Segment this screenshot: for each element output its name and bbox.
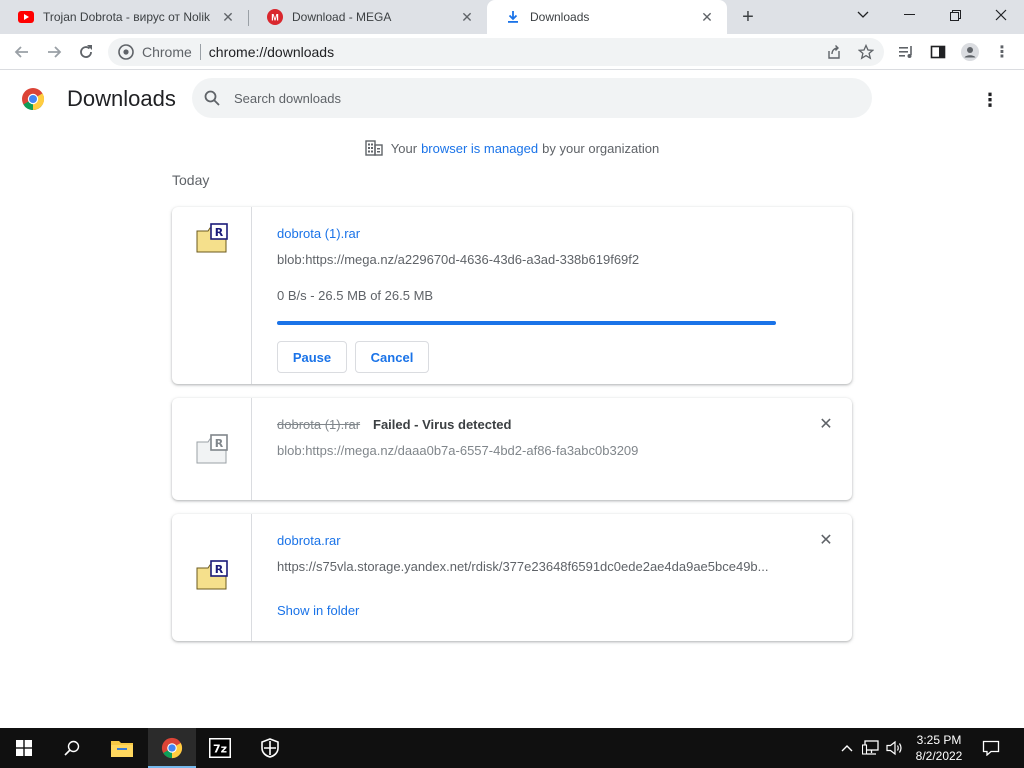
search-input[interactable] [234,90,794,106]
download-progress-bar [277,321,776,325]
chrome-icon[interactable] [148,728,196,768]
file-url: blob:https://mega.nz/daaa0b7a-6557-4bd2-… [277,443,639,458]
building-icon [365,140,383,156]
section-heading-today: Today [172,172,210,188]
address-url: chrome://downloads [208,44,335,60]
bookmark-star-icon[interactable] [856,42,876,62]
download-icon [505,9,521,25]
remove-item-icon[interactable]: ✕ [818,416,834,433]
tab-title: Trojan Dobrota - вирус от Nolik [43,10,210,24]
address-divider [199,44,201,60]
system-clock[interactable]: 3:25 PM 8/2/2022 [908,732,970,764]
address-bar[interactable]: Chrome chrome://downloads [108,38,884,66]
side-panel-icon[interactable] [924,38,952,66]
managed-suffix: by your organization [542,140,660,156]
clock-date: 8/2/2022 [915,749,963,763]
more-actions-icon[interactable]: ⋮ [978,88,1002,112]
close-tab-icon[interactable]: ✕ [699,9,715,25]
media-controls-icon[interactable] [892,38,920,66]
svg-text:7z: 7z [213,743,227,756]
restore-button[interactable] [932,0,978,30]
chrome-site-icon [118,44,134,60]
download-item: R dobrota (1).rar blob:https://mega.nz/a… [172,207,852,384]
page-title: Downloads [67,86,176,111]
clock-time: 3:25 PM [916,733,962,747]
svg-text:M: M [271,13,279,23]
browser-toolbar: Chrome chrome://downloads ⋮ [0,34,1024,70]
file-url: https://s75vla.storage.yandex.net/rdisk/… [277,559,769,574]
network-icon[interactable] [860,728,882,768]
tab-title: Download - MEGA [292,10,392,24]
chevron-up-icon[interactable] [838,728,856,768]
chrome-logo-icon [21,87,45,111]
search-taskbar-icon[interactable] [48,728,96,768]
tab-title: Downloads [530,10,590,24]
failure-description: Failed - Virus detected [373,417,512,432]
search-icon [204,90,220,106]
file-name-link[interactable]: dobrota (1).rar [277,226,360,241]
file-url: blob:https://mega.nz/a229670d-4636-43d6-… [277,252,640,267]
rar-file-icon: R [196,223,228,253]
search-box[interactable] [192,78,872,118]
show-in-folder-link[interactable]: Show in folder [277,603,359,618]
managed-notice: Your browser is managed by your organiza… [0,140,1024,156]
volume-icon[interactable] [884,728,906,768]
back-button[interactable] [8,38,36,66]
youtube-icon [18,9,34,25]
tab-strip: Trojan Dobrota - вирус от Nolik ✕ M Down… [0,0,1024,34]
tab-downloads[interactable]: Downloads ✕ [487,0,727,34]
tab-mega[interactable]: M Download - MEGA ✕ [249,0,487,34]
forward-button[interactable] [40,38,68,66]
minimize-button[interactable] [886,0,932,30]
file-explorer-icon[interactable] [98,728,146,768]
rar-file-icon: R [196,560,228,590]
notification-center-icon[interactable] [980,728,1002,768]
chrome-menu-icon[interactable]: ⋮ [988,38,1016,66]
svg-text:R: R [215,437,224,450]
cancel-button[interactable]: Cancel [355,341,429,373]
rar-file-icon: R [196,434,228,464]
svg-text:R: R [215,563,224,576]
pause-button[interactable]: Pause [277,341,347,373]
managed-link[interactable]: browser is managed [421,141,538,156]
7zip-icon[interactable]: 7z [196,728,244,768]
windows-security-icon[interactable] [246,728,294,768]
remove-item-icon[interactable]: ✕ [818,532,834,549]
close-tab-icon[interactable]: ✕ [220,9,236,25]
start-windows-icon[interactable] [0,728,48,768]
download-status: 0 B/s - 26.5 MB of 26.5 MB [277,288,434,303]
file-name-link[interactable]: dobrota.rar [277,533,341,548]
profile-avatar-icon[interactable] [956,38,984,66]
file-name: dobrota (1).rar [277,417,361,432]
mega-icon: M [267,9,283,25]
site-label: Chrome [142,44,192,60]
share-icon[interactable] [824,42,844,62]
download-item: R dobrota.rar https://s75vla.storage.yan… [172,514,852,641]
close-window-button[interactable] [978,0,1024,30]
download-item: R dobrota (1).rar Failed - Virus detecte… [172,398,852,500]
downloads-header: Downloads ⋮ [0,70,1024,128]
managed-prefix: Your [390,140,418,156]
tab-search-icon[interactable] [840,0,886,30]
reload-button[interactable] [72,38,100,66]
close-tab-icon[interactable]: ✕ [459,9,475,25]
new-tab-button[interactable]: + [736,5,760,29]
windows-taskbar: 7z 3:25 PM 8/2/2022 [0,728,1024,768]
svg-text:R: R [215,226,224,239]
tab-youtube[interactable]: Trojan Dobrota - вирус от Nolik ✕ [0,0,248,34]
